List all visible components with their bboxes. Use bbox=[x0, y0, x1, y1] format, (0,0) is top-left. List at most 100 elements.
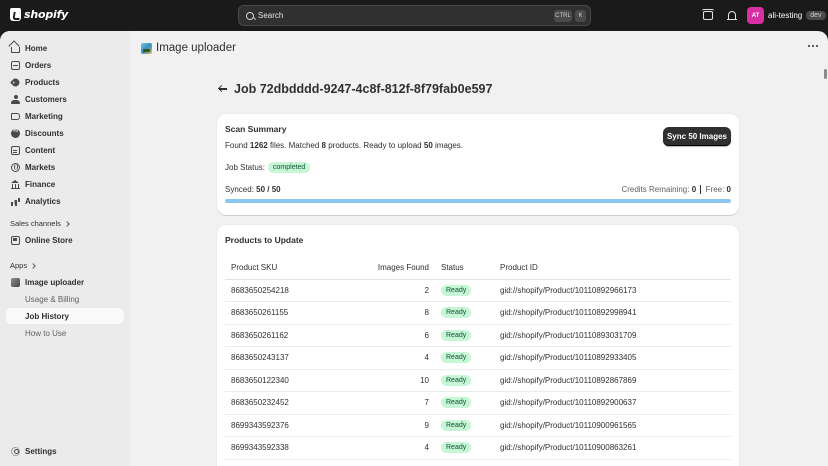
status-badge: Ready bbox=[441, 284, 472, 296]
credits-label: Credits Remaining: bbox=[621, 185, 690, 194]
table-row[interactable]: 8683650261162 6 Ready gid://shopify/Product… bbox=[225, 324, 731, 347]
store-icon[interactable] bbox=[702, 8, 714, 21]
synced-value: 50 / 50 bbox=[256, 185, 281, 194]
sidebar-subitem-how-to-use[interactable]: How to Use bbox=[6, 325, 124, 341]
globe-icon bbox=[11, 162, 20, 172]
sidebar-item-content[interactable]: Content bbox=[6, 142, 124, 158]
status-badge: Ready bbox=[441, 442, 472, 454]
apps-header[interactable]: Apps bbox=[10, 261, 36, 270]
images-found-cell: 6 bbox=[353, 324, 435, 347]
chart-icon bbox=[11, 197, 20, 206]
table-row[interactable]: 8683650232452 7 Ready gid://shopify/Product… bbox=[225, 391, 731, 415]
product-id-cell: gid://shopify/Product/10110900863261 bbox=[494, 436, 731, 460]
sidebar-item-discounts[interactable]: Discounts bbox=[6, 125, 124, 141]
orders-icon bbox=[11, 60, 20, 70]
status-cell: Ready bbox=[435, 391, 494, 415]
search-bar[interactable]: Search CTRL K bbox=[238, 5, 591, 26]
store-name: ali-testing bbox=[768, 11, 803, 20]
app-title: Image uploader bbox=[156, 42, 236, 54]
status-badge: Ready bbox=[441, 397, 472, 409]
column-header: Images Found bbox=[353, 257, 435, 280]
job-status-label: Job Status: bbox=[225, 163, 266, 172]
product-id-cell: gid://shopify/Product/10110892966173 bbox=[494, 279, 731, 302]
products-card: Products to Update Product SKU Images Fo… bbox=[217, 225, 739, 466]
product-id-cell: gid://shopify/Product/10110892998941 bbox=[494, 301, 731, 325]
products-title: Products to Update bbox=[225, 235, 304, 245]
status-cell: Ready bbox=[435, 369, 494, 392]
table-header-row: Product SKU Images Found Status Product … bbox=[225, 257, 731, 280]
sidebar-item-label: Orders bbox=[25, 60, 52, 70]
more-actions-icon[interactable] bbox=[808, 45, 818, 48]
sidebar-item-label: Settings bbox=[25, 446, 57, 456]
sidebar-item-label: Discounts bbox=[25, 128, 64, 138]
status-cell: Ready bbox=[435, 279, 494, 302]
images-count: 50 bbox=[423, 141, 433, 150]
sidebar-item-label: Content bbox=[25, 145, 56, 155]
sidebar-item-label: Products bbox=[25, 77, 60, 87]
content-icon bbox=[11, 145, 20, 155]
sku-cell: 8683650254218 bbox=[225, 279, 353, 302]
person-icon bbox=[11, 94, 20, 104]
divider bbox=[700, 185, 702, 195]
status-cell: Ready bbox=[435, 346, 494, 370]
shopify-logo[interactable]: shopify bbox=[10, 8, 68, 21]
sku-cell: 8683650261162 bbox=[225, 324, 353, 347]
dev-badge: dev bbox=[806, 11, 826, 20]
table-row[interactable]: 8699343592376 9 Ready gid://shopify/Product… bbox=[225, 414, 731, 437]
main-content: Image uploader Job 72dbdddd-9247-4c8f-81… bbox=[130, 31, 828, 466]
sidebar-item-label: Marketing bbox=[25, 111, 63, 121]
scan-summary-text: Found 1262 files. Matched 8 products. Re… bbox=[225, 141, 463, 150]
table-row[interactable]: 8699343592338 4 Ready gid://shopify/Product… bbox=[225, 436, 731, 460]
synced-label: Synced: bbox=[225, 185, 254, 194]
files-count: 1262 bbox=[249, 141, 268, 150]
sidebar-item-online-store[interactable]: Online Store bbox=[6, 232, 124, 248]
gear-icon bbox=[11, 446, 20, 456]
synced-count: Synced: 50 / 50 bbox=[225, 185, 281, 194]
sidebar-subitem-job-history[interactable]: Job History bbox=[6, 308, 124, 324]
column-header: Status bbox=[435, 257, 494, 280]
sidebar-item-label: Markets bbox=[25, 162, 56, 172]
discount-icon bbox=[11, 128, 20, 138]
sidebar-item-label: Job History bbox=[25, 311, 70, 321]
scrollbar[interactable] bbox=[823, 67, 828, 466]
sidebar-subitem-usage-billing[interactable]: Usage & Billing bbox=[6, 291, 124, 307]
search-icon bbox=[246, 11, 254, 20]
sku-cell: 8699343592376 bbox=[225, 414, 353, 437]
sidebar-item-finance[interactable]: Finance bbox=[6, 176, 124, 192]
tag-icon bbox=[10, 76, 21, 88]
sidebar-item-marketing[interactable]: Marketing bbox=[6, 108, 124, 124]
sku-cell: 8683650122340 bbox=[225, 369, 353, 392]
free-value: 0 bbox=[726, 185, 731, 194]
table-row[interactable]: 8683650122340 10 Ready gid://shopify/Produc… bbox=[225, 369, 731, 392]
sidebar-item-customers[interactable]: Customers bbox=[6, 91, 124, 107]
images-suffix: images. bbox=[435, 141, 464, 150]
column-header: Product SKU bbox=[225, 257, 353, 280]
job-header: Job 72dbdddd-9247-4c8f-812f-8f79fab0e597 bbox=[218, 82, 492, 96]
scrollbar-thumb[interactable] bbox=[824, 69, 827, 79]
table-row[interactable]: 8683650254218 2 Ready gid://shopify/Product… bbox=[225, 279, 731, 302]
home-icon bbox=[11, 46, 20, 53]
images-found-cell: 9 bbox=[353, 414, 435, 437]
back-arrow-icon[interactable] bbox=[218, 84, 228, 94]
images-found-cell: 2 bbox=[353, 279, 435, 302]
sidebar-item-image-uploader[interactable]: Image uploader bbox=[6, 274, 124, 290]
bell-icon[interactable] bbox=[726, 9, 738, 21]
sidebar-item-markets[interactable]: Markets bbox=[6, 159, 124, 175]
sales-channels-header[interactable]: Sales channels bbox=[10, 219, 70, 228]
sidebar-item-products[interactable]: Products bbox=[6, 74, 124, 90]
avatar: AT bbox=[747, 7, 764, 24]
top-bar: shopify Search CTRL K AT ali-testing dev bbox=[0, 0, 828, 31]
sidebar-item-orders[interactable]: Orders bbox=[6, 57, 124, 73]
status-badge: Ready bbox=[441, 374, 472, 386]
product-id-cell: gid://shopify/Product/10110892933405 bbox=[494, 346, 731, 370]
sync-images-button[interactable]: Sync 50 Images bbox=[663, 127, 731, 146]
table-row[interactable]: 8683650243137 4 Ready gid://shopify/Product… bbox=[225, 346, 731, 370]
sidebar-item-home[interactable]: Home bbox=[6, 40, 124, 56]
account-menu[interactable]: AT ali-testing dev bbox=[747, 6, 826, 25]
image-uploader-app-icon bbox=[141, 42, 152, 54]
apps-label: Apps bbox=[10, 261, 28, 270]
credits-info: Credits Remaining: 0 Free: 0 bbox=[621, 185, 731, 195]
sidebar-item-analytics[interactable]: Analytics bbox=[6, 193, 124, 209]
sidebar-item-settings[interactable]: Settings bbox=[6, 443, 124, 459]
table-row[interactable]: 8683650261155 8 Ready gid://shopify/Product… bbox=[225, 301, 731, 325]
